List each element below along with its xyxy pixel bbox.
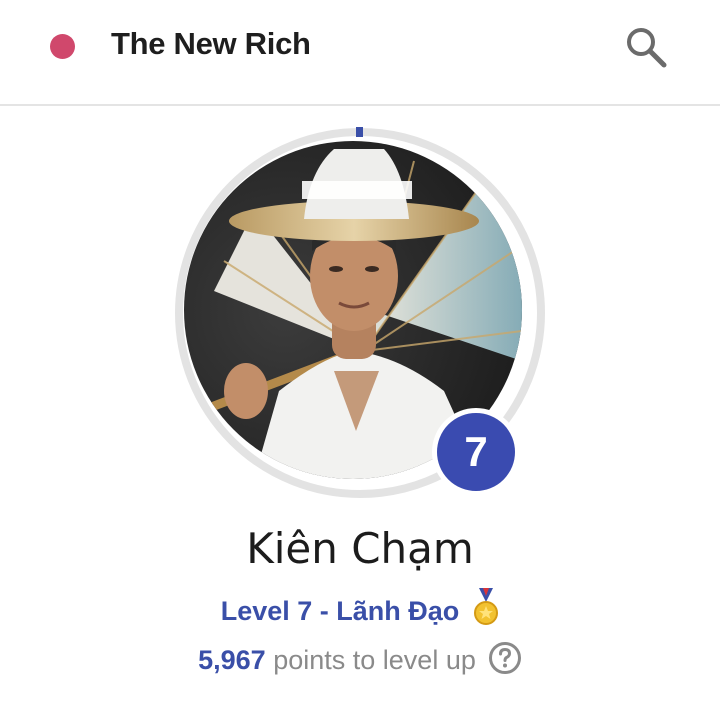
medal-icon bbox=[473, 588, 499, 626]
level-info: Level 7 - Lãnh Đạo bbox=[0, 588, 720, 627]
community-dot-icon bbox=[50, 34, 75, 59]
level-label: Level 7 - Lãnh Đạo bbox=[220, 596, 460, 626]
points-value: 5,967 bbox=[198, 645, 266, 675]
level-progress-marker bbox=[356, 127, 363, 137]
points-suffix: points to level up bbox=[273, 645, 476, 675]
app-header: The New Rich bbox=[0, 0, 720, 106]
community-title[interactable]: The New Rich bbox=[111, 26, 311, 62]
points-info: 5,967 points to level up bbox=[0, 641, 720, 676]
level-badge: 7 bbox=[432, 408, 520, 496]
search-button[interactable] bbox=[622, 24, 670, 70]
help-icon[interactable] bbox=[488, 641, 522, 675]
profile-name: Kiên Chạm bbox=[246, 524, 474, 573]
search-icon bbox=[627, 28, 667, 68]
